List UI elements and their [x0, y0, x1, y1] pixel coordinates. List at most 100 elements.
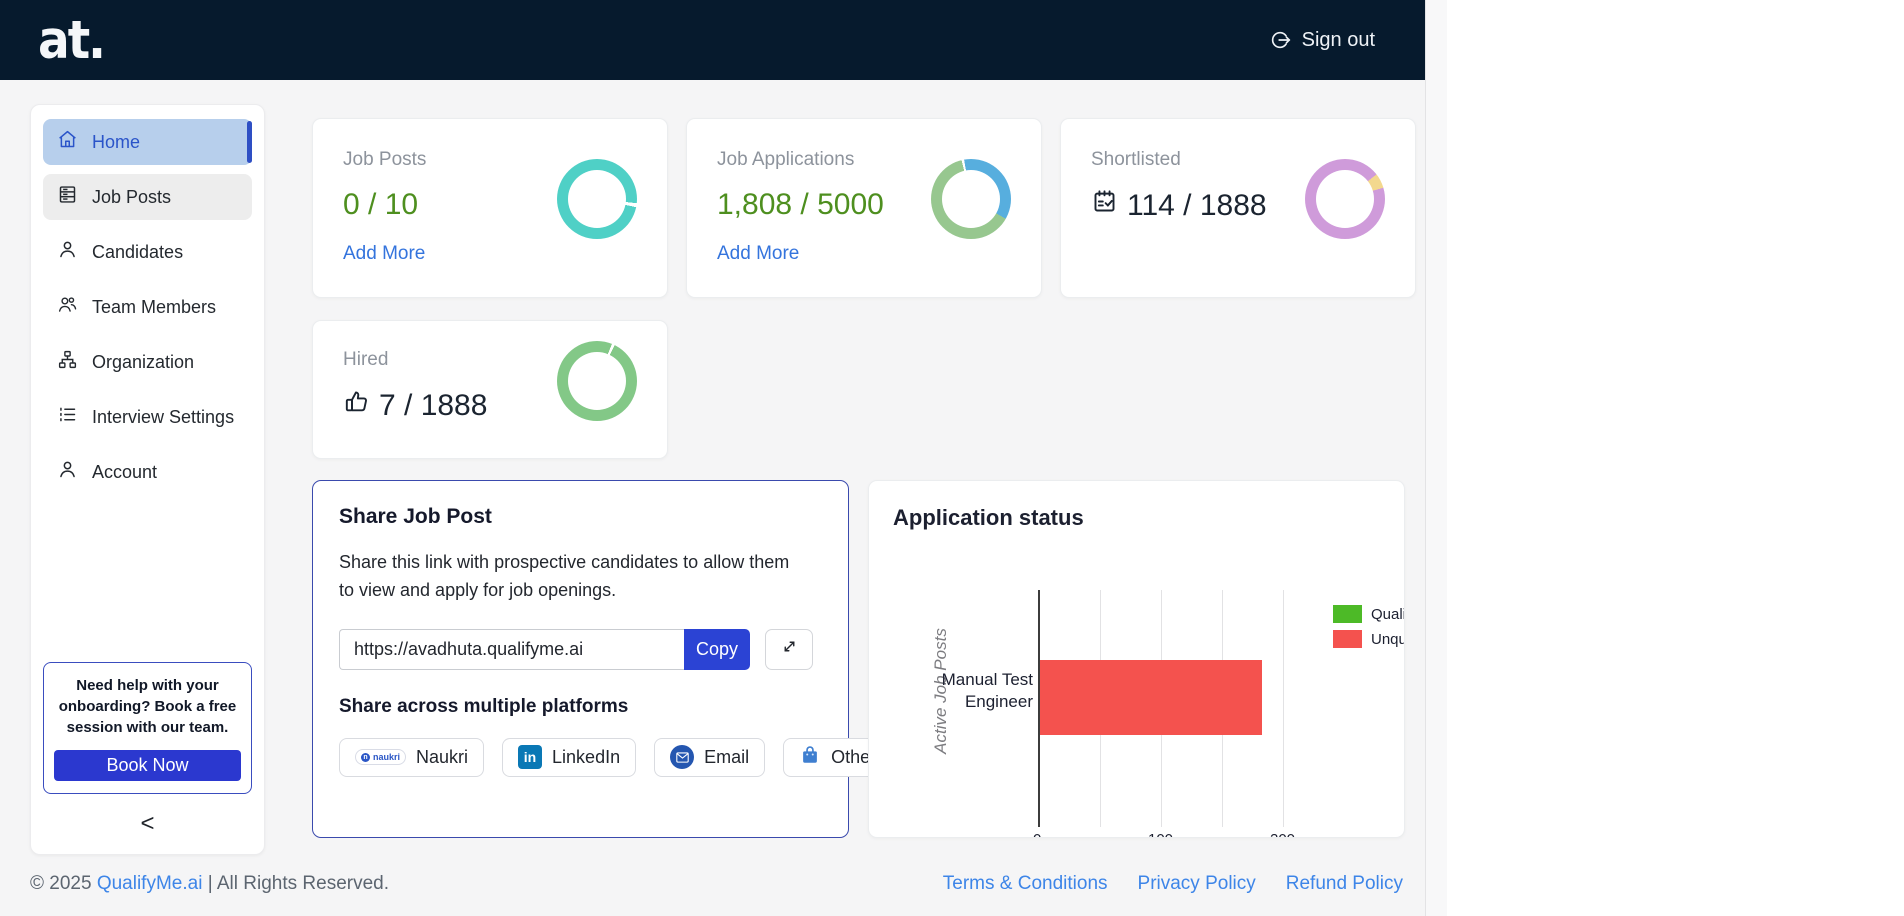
share-link-row: Copy: [339, 628, 822, 670]
expand-link-button[interactable]: [765, 628, 813, 670]
x-tick-0: 0: [1033, 831, 1073, 837]
x-tick-100: 100: [1148, 831, 1188, 837]
clipboard-check-icon: [1091, 188, 1118, 223]
sign-out-icon: [1270, 29, 1292, 51]
sidebar-item-interview-settings[interactable]: Interview Settings: [43, 394, 252, 440]
chart-legend: Qualifi... Unqua...: [1333, 605, 1405, 655]
sidebar-item-team-members[interactable]: Team Members: [43, 284, 252, 330]
sidebar-item-label: Job Posts: [92, 186, 172, 207]
home-icon: [57, 129, 78, 155]
card-value: 1,808 / 5000: [717, 188, 884, 221]
sidebar-item-label: Home: [92, 131, 141, 152]
job-posts-donut: [557, 159, 637, 239]
sidebar-item-job-posts[interactable]: Job Posts: [43, 174, 252, 220]
onboarding-text: Need help with your onboarding? Book a f…: [58, 677, 237, 736]
sidebar-item-candidates[interactable]: Candidates: [43, 229, 252, 275]
card-label: Job Applications: [717, 149, 855, 170]
add-more-link[interactable]: Add More: [343, 243, 425, 265]
chart-title: Application status: [893, 505, 1084, 530]
card-value: 7 / 1888: [343, 388, 487, 423]
privacy-link[interactable]: Privacy Policy: [1138, 873, 1256, 895]
sidebar-item-label: Candidates: [92, 241, 184, 262]
platform-label: Email: [704, 746, 750, 767]
sidebar-item-account[interactable]: Account: [43, 449, 252, 495]
card-value: 0 / 10: [343, 188, 419, 221]
sidebar-item-label: Organization: [92, 351, 195, 372]
card-label: Job Posts: [343, 149, 427, 170]
refund-link[interactable]: Refund Policy: [1286, 873, 1403, 895]
job-posts-card: Job Posts 0 / 10 Add More: [312, 118, 668, 298]
chart-category-label: Manual Test Engineer: [941, 670, 1033, 712]
legend-item-unqualified[interactable]: Unqua...: [1333, 630, 1405, 648]
platform-buttons: n naukri Naukri in LinkedIn Email Others: [339, 737, 902, 777]
thumbs-up-icon: [343, 388, 370, 423]
brand-link[interactable]: QualifyMe.ai: [97, 873, 203, 894]
sidebar-item-home[interactable]: Home: [43, 119, 252, 165]
bag-icon: [799, 744, 821, 771]
copyright-suffix: | All Rights Reserved.: [202, 873, 390, 894]
share-job-post-card: Share Job Post Share this link with pros…: [312, 480, 902, 838]
card-label: Hired: [343, 349, 389, 370]
unqualified-bar[interactable]: [1040, 660, 1262, 735]
sidebar-item-label: Team Members: [92, 296, 217, 317]
onboarding-help-box: Need help with your onboarding? Book a f…: [43, 662, 252, 794]
legend-item-qualified[interactable]: Qualifi...: [1333, 605, 1405, 623]
platforms-title: Share across multiple platforms: [339, 695, 629, 717]
naukri-icon: n naukri: [355, 749, 407, 766]
chart-plot-area: Active Job Posts Manual Test Engineer Qu…: [893, 531, 1404, 837]
sidebar: Home Job Posts Candidates Team Members O…: [30, 104, 265, 855]
sidebar-item-label: Account: [92, 461, 158, 482]
top-navbar: at. Sign out: [0, 0, 1447, 80]
card-value: 114 / 1888: [1091, 188, 1267, 223]
platform-label: Naukri: [416, 746, 469, 767]
copyright-prefix: © 2025: [30, 873, 97, 894]
terms-link[interactable]: Terms & Conditions: [943, 873, 1108, 895]
app-window: at. Sign out Home Job Posts Candidates T…: [0, 0, 1447, 916]
job-posts-icon: [57, 184, 78, 210]
hired-donut: [557, 341, 637, 421]
page-scrollbar[interactable]: [1425, 0, 1447, 916]
add-more-link[interactable]: Add More: [717, 243, 799, 265]
x-tick-200: 200: [1270, 831, 1310, 837]
linkedin-icon: in: [518, 745, 543, 770]
copy-button[interactable]: Copy: [684, 628, 750, 670]
list-icon: [57, 404, 78, 430]
copyright-text: © 2025 QualifyMe.ai | All Rights Reserve…: [30, 873, 389, 895]
chart-gridline: [1283, 590, 1284, 827]
person-icon: [57, 239, 78, 265]
legend-label: Unqua...: [1371, 630, 1405, 648]
hired-card: Hired 7 / 1888: [312, 320, 668, 459]
share-email-button[interactable]: Email: [654, 737, 766, 777]
email-icon: [670, 745, 695, 770]
legend-label: Qualifi...: [1371, 605, 1405, 623]
card-value-text: 7 / 1888: [379, 388, 488, 422]
unqualified-swatch-icon: [1333, 630, 1362, 648]
people-icon: [57, 294, 78, 320]
sidebar-item-organization[interactable]: Organization: [43, 339, 252, 385]
job-applications-card: Job Applications 1,808 / 5000 Add More: [686, 118, 1042, 298]
platform-label: LinkedIn: [552, 746, 621, 767]
footer-links: Terms & Conditions Privacy Policy Refund…: [943, 873, 1403, 895]
card-value-text: 114 / 1888: [1127, 188, 1267, 222]
shortlisted-card: Shortlisted 114 / 1888: [1060, 118, 1416, 298]
share-title: Share Job Post: [339, 505, 492, 528]
share-url-input[interactable]: [339, 628, 684, 670]
job-applications-donut: [931, 159, 1011, 239]
account-icon: [57, 459, 78, 485]
footer: © 2025 QualifyMe.ai | All Rights Reserve…: [0, 858, 1425, 916]
book-now-button[interactable]: Book Now: [54, 750, 241, 781]
sign-out-label: Sign out: [1301, 28, 1375, 51]
qualified-swatch-icon: [1333, 605, 1362, 623]
sidebar-item-label: Interview Settings: [92, 406, 235, 427]
shortlisted-donut: [1305, 159, 1385, 239]
application-status-card: Application status Active Job Posts Manu…: [868, 480, 1405, 838]
share-naukri-button[interactable]: n naukri Naukri: [339, 737, 485, 777]
expand-icon: [781, 638, 798, 660]
share-linkedin-button[interactable]: in LinkedIn: [502, 737, 637, 777]
sidebar-collapse-button[interactable]: <: [43, 794, 252, 842]
card-label: Shortlisted: [1091, 149, 1181, 170]
sign-out-button[interactable]: Sign out: [1270, 29, 1375, 52]
share-description: Share this link with prospective candida…: [339, 552, 790, 600]
org-chart-icon: [57, 349, 78, 375]
